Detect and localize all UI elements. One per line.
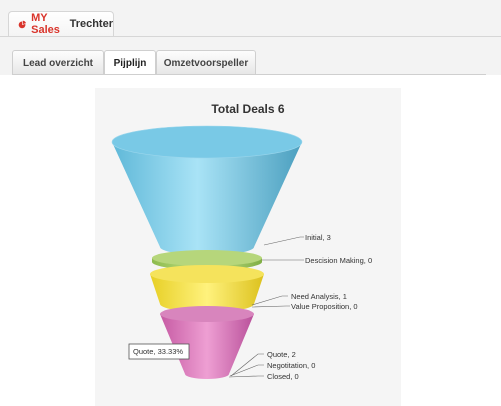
funnel-segment-need-analysis[interactable] — [150, 265, 264, 312]
data-label-descision-making: Descision Making, 0 — [305, 256, 372, 265]
data-label-value-proposition: Value Proposition, 0 — [291, 302, 358, 311]
data-label-initial: Initial, 3 — [305, 233, 331, 242]
data-label-negotitation: Negotitation, 0 — [267, 361, 315, 370]
funnel-chart: Initial, 3 Descision Making, 0 Need Anal… — [111, 125, 372, 381]
funnel-segment-initial[interactable] — [111, 125, 303, 255]
chart-tooltip: Quote, 33.33% — [128, 343, 190, 360]
data-label-need-analysis: Need Analysis, 1 — [291, 292, 347, 301]
data-label-closed: Closed, 0 — [267, 372, 299, 381]
funnel-segment-quote[interactable] — [160, 306, 254, 379]
tooltip-text: Quote, 33.33% — [133, 347, 183, 356]
data-label-quote: Quote, 2 — [267, 350, 296, 359]
app-panel: MY Sales Trechter Lead overzicht Pijplij… — [0, 0, 501, 406]
